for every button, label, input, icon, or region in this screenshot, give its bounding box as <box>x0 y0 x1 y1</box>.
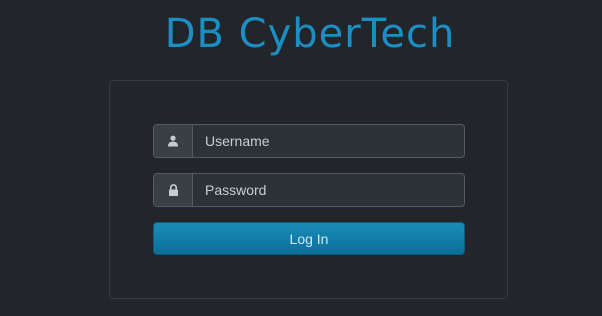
login-page: DB CyberTech Log In <box>0 0 602 316</box>
user-icon <box>154 125 193 157</box>
lock-icon <box>154 174 193 206</box>
brand-logo-text: DB CyberTech <box>165 11 456 57</box>
username-field <box>153 124 465 158</box>
password-input[interactable] <box>193 174 464 206</box>
brand-logo: DB CyberTech <box>165 11 456 57</box>
login-button[interactable]: Log In <box>153 222 465 255</box>
password-field <box>153 173 465 207</box>
username-input[interactable] <box>193 125 464 157</box>
